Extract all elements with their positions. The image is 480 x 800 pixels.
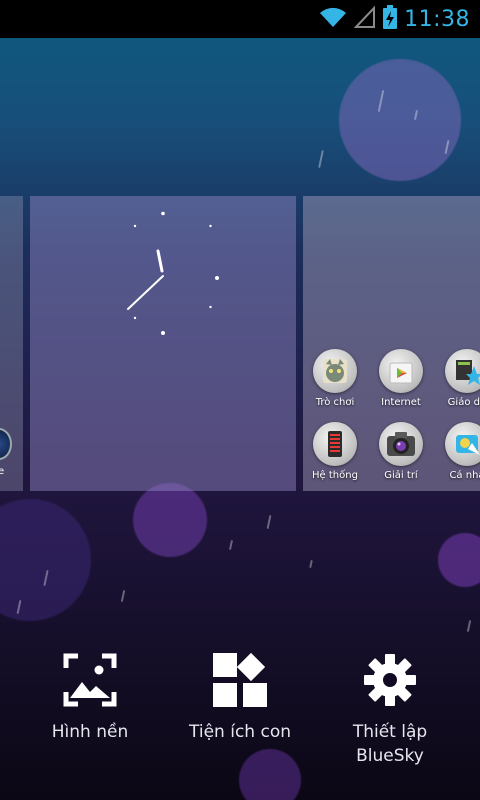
settings-button[interactable]: Thiết lập BlueSky [320, 650, 460, 768]
wallpaper-icon [20, 650, 160, 710]
wallpaper-button[interactable]: Hình nền [20, 650, 160, 744]
education-folder-icon [445, 349, 480, 393]
app-label: Cá nhâ [449, 470, 480, 481]
settings-label-line2: BlueSky [356, 746, 424, 766]
system-folder-icon [313, 422, 357, 466]
app-folder-games[interactable]: Trò chơi [300, 349, 370, 408]
widgets-icon [170, 650, 310, 710]
settings-label: Thiết lập BlueSky [320, 720, 460, 768]
partial-app-icon[interactable] [0, 428, 12, 460]
analog-clock-widget[interactable] [122, 206, 252, 336]
app-label: Internet [381, 397, 421, 408]
home-screen-panel-current[interactable] [30, 196, 296, 491]
home-screen-panel-right[interactable]: Trò chơi Internet Giáo dụ Hệ thống Giải … [303, 196, 480, 491]
app-label: Giải trí [384, 470, 418, 481]
wallpaper-label: Hình nền [51, 722, 129, 742]
app-label: Trò chơi [315, 397, 355, 408]
signal-icon [353, 5, 376, 33]
partial-app-label: e [0, 466, 5, 477]
app-folder-system[interactable]: Hệ thống [300, 422, 370, 481]
app-label: Hệ thống [312, 470, 358, 481]
play-store-icon [379, 349, 423, 393]
home-screen-panel-left[interactable]: e [0, 196, 23, 491]
game-folder-icon [313, 349, 357, 393]
settings-label-line1: Thiết lập [352, 722, 428, 742]
app-folder-personal[interactable]: Cá nhâ [432, 422, 480, 481]
app-folder-internet[interactable]: Internet [366, 349, 436, 408]
personal-folder-icon [445, 422, 480, 466]
status-bar: 11:38 [0, 0, 480, 38]
app-folder-education[interactable]: Giáo dụ [432, 349, 480, 408]
status-time: 11:38 [404, 6, 470, 32]
wifi-icon [318, 5, 348, 33]
camera-folder-icon [379, 422, 423, 466]
app-label: Giáo dụ [447, 397, 480, 408]
widgets-button[interactable]: Tiện ích con [170, 650, 310, 744]
gear-icon [320, 650, 460, 710]
app-folder-entertainment[interactable]: Giải trí [366, 422, 436, 481]
battery-icon [382, 4, 398, 34]
widgets-label: Tiện ích con [189, 722, 291, 742]
